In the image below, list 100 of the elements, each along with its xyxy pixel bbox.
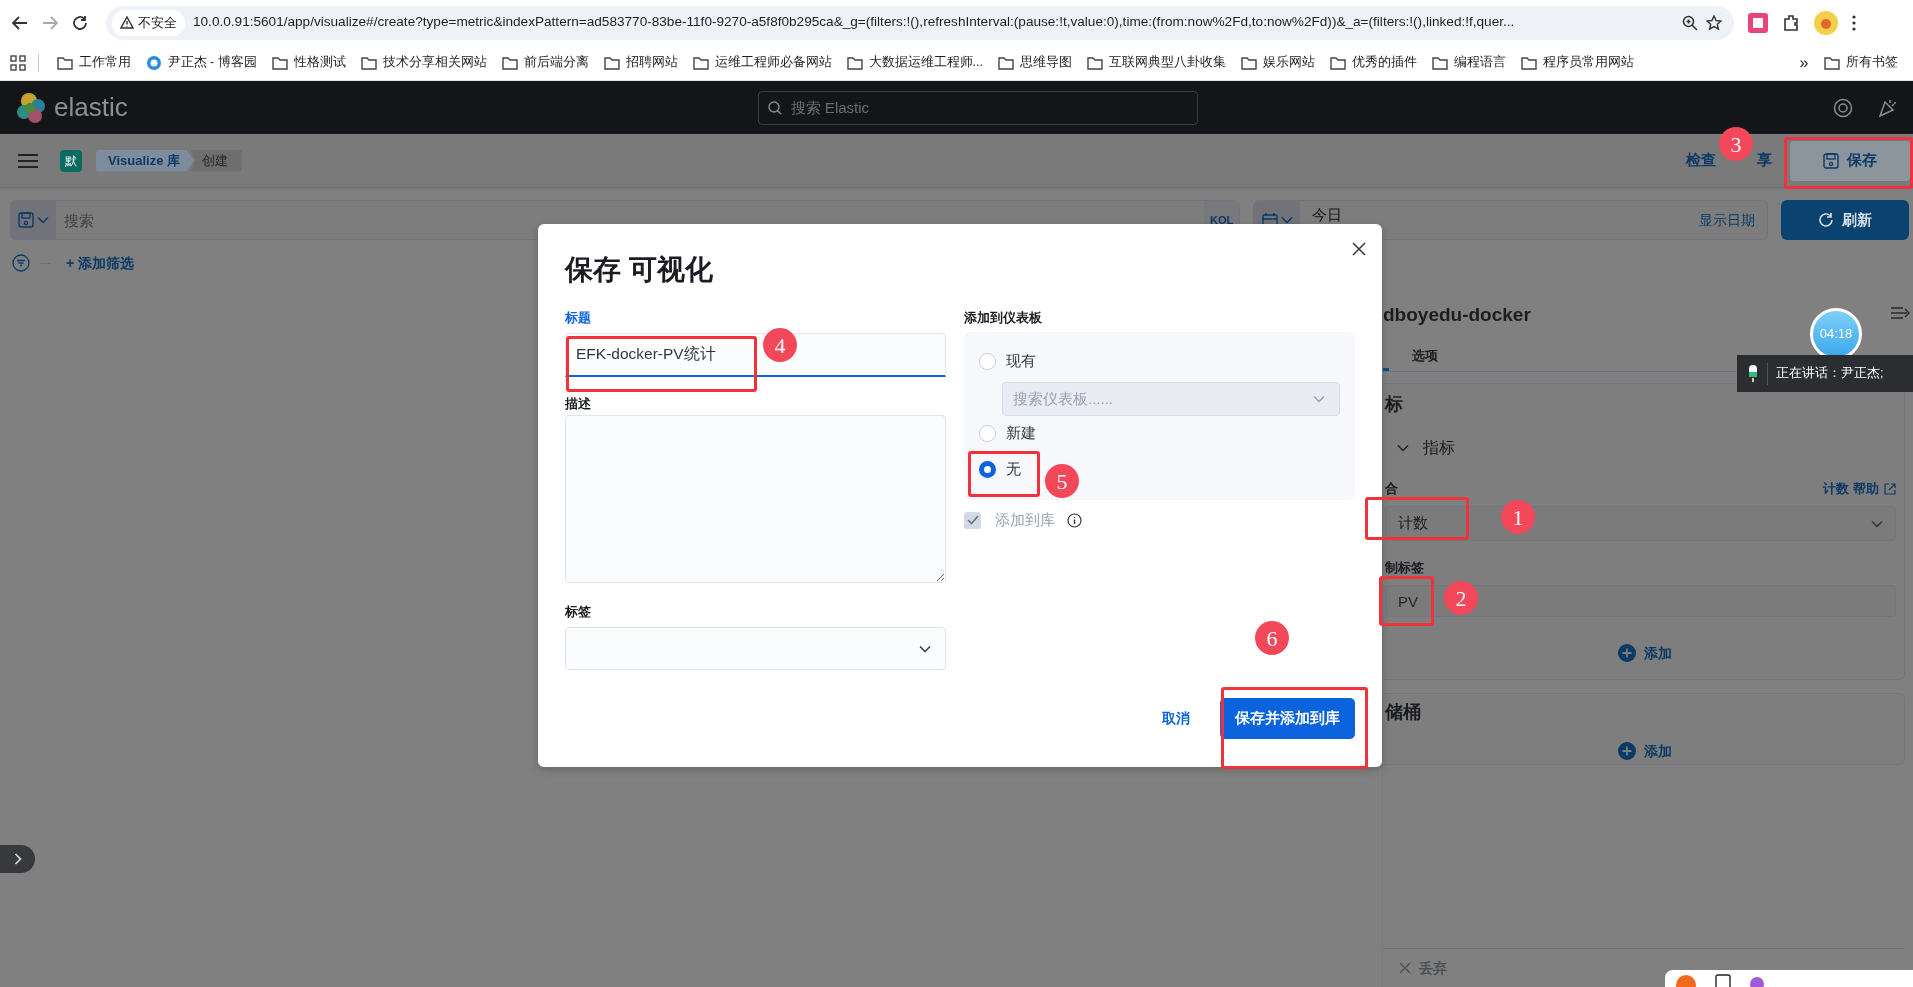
- folder-icon: [998, 55, 1015, 70]
- close-icon: [1399, 962, 1411, 974]
- chevron-icon: [919, 644, 931, 653]
- description-field[interactable]: [565, 415, 946, 583]
- apps-icon[interactable]: [10, 54, 26, 71]
- folder-icon: [360, 55, 377, 70]
- save-and-add-button[interactable]: 保存并添加到库: [1220, 698, 1355, 739]
- select-placeholder: 搜索仪表板......: [1013, 388, 1114, 409]
- folder-icon: [1087, 55, 1104, 70]
- floppy-icon: [18, 212, 34, 228]
- bookmark[interactable]: 招聘网站: [598, 51, 684, 74]
- bookmark[interactable]: 性格测试: [266, 51, 352, 74]
- folder-icon: [1241, 55, 1258, 70]
- logo-text: elastic: [54, 91, 128, 124]
- field-label: 描述: [565, 396, 592, 413]
- filter-icon[interactable]: [12, 254, 30, 272]
- site-icon: [145, 54, 162, 71]
- chevron-icon: [13, 853, 22, 865]
- bookmark[interactable]: 程序员常用网站: [1515, 51, 1640, 74]
- bookmark[interactable]: 工作常用: [51, 51, 136, 74]
- search-field[interactable]: 搜索 Elastic: [757, 90, 1198, 125]
- bookmark[interactable]: 编程语言: [1426, 51, 1512, 74]
- security-button[interactable]: 不安全: [112, 9, 185, 36]
- date-text: 今日: [1312, 207, 1342, 223]
- annotation-box: [1379, 576, 1434, 626]
- bookmark[interactable]: 互联网典型八卦收集: [1081, 51, 1232, 74]
- menu-icon[interactable]: [1852, 14, 1856, 31]
- refresh-icon: [1818, 212, 1834, 228]
- plus-circle-icon: [1617, 742, 1636, 760]
- reload-icon[interactable]: [72, 14, 88, 31]
- field-label: 添加到仪表板: [964, 310, 1043, 327]
- radio-button[interactable]: [979, 460, 996, 478]
- select-value: 计数: [1398, 513, 1428, 534]
- accordion-toggle[interactable]: 指标: [1397, 436, 1455, 460]
- folder-icon: [603, 55, 620, 70]
- star-icon[interactable]: [1706, 14, 1722, 31]
- tab-underline: [1383, 368, 1389, 371]
- bookmark[interactable]: 所有书签: [1818, 51, 1903, 74]
- expand-button[interactable]: [0, 845, 35, 873]
- space-avatar[interactable]: 默: [60, 149, 82, 172]
- folder-icon: [1823, 55, 1840, 70]
- collapse-icon[interactable]: [1891, 306, 1911, 320]
- field-label: 标签: [565, 604, 592, 621]
- chevron-icon: [1313, 395, 1325, 403]
- bookmark[interactable]: 技术分享相关网站: [355, 51, 493, 74]
- puzzle-icon[interactable]: [1782, 13, 1800, 32]
- close-icon: [1352, 242, 1366, 257]
- radio-option[interactable]: 现有: [979, 350, 1036, 372]
- dialog-title: 保存 可视化: [565, 253, 714, 287]
- bookmark[interactable]: 优秀的插件: [1324, 51, 1423, 74]
- panel-title: dboyedu-docker: [1383, 303, 1531, 327]
- folder-icon: [1330, 55, 1347, 70]
- chevron-icon: [1397, 444, 1409, 452]
- bookmark[interactable]: 大数据运维工程师...: [841, 51, 989, 74]
- radio-option[interactable]: 无: [979, 458, 1021, 480]
- speaker-text: 正在讲话：尹正杰;: [1776, 365, 1884, 383]
- floppy-icon: [1823, 152, 1839, 169]
- field-label: 标题: [565, 310, 592, 327]
- card-heading: 储桶: [1385, 702, 1422, 722]
- cancel-button[interactable]: 取消: [1162, 708, 1190, 729]
- folder-icon: [1432, 55, 1449, 70]
- caret-icon: [37, 216, 49, 224]
- help-icon[interactable]: [1833, 97, 1853, 118]
- folder-icon: [1521, 55, 1538, 70]
- folder-icon: [692, 55, 709, 70]
- folder-icon: [56, 55, 73, 70]
- radio-option[interactable]: 新建: [979, 422, 1036, 444]
- checkbox-label: 添加到库: [995, 509, 1055, 530]
- panel-tab[interactable]: 选项: [1389, 340, 1438, 371]
- bookmark[interactable]: 思维导图: [992, 51, 1078, 74]
- keyboard-icon: [1715, 974, 1731, 987]
- logo-icon: [16, 91, 46, 124]
- bookmark[interactable]: 前后端分离: [496, 51, 595, 74]
- refresh-button[interactable]: 刷新: [1781, 200, 1909, 240]
- external-link-icon: [1884, 483, 1896, 495]
- back-icon[interactable]: [12, 15, 28, 30]
- bookmark[interactable]: 运维工程师必备网站: [687, 51, 838, 74]
- folder-icon: [271, 55, 288, 70]
- card-heading: 标: [1385, 394, 1404, 414]
- ime-logo-icon: [1675, 974, 1697, 987]
- folder-icon: [501, 55, 518, 70]
- check-icon: [966, 515, 979, 525]
- zoom-icon[interactable]: [1682, 14, 1698, 31]
- bookmark[interactable]: 尹正杰 - 博客园: [140, 51, 263, 74]
- extension-icon[interactable]: [1748, 12, 1768, 33]
- search-icon: [767, 100, 782, 115]
- annotation-box: [968, 451, 1040, 497]
- save-button[interactable]: 保存: [1790, 140, 1910, 181]
- field-label: 合: [1385, 480, 1398, 498]
- bookmark[interactable]: 娱乐网站: [1235, 51, 1321, 74]
- overflow-button[interactable]: »: [1794, 48, 1814, 77]
- info-icon[interactable]: [1067, 512, 1082, 528]
- url-text: 10.0.0.91:5601/app/visualize#/create?type=metric&indexPattern=ad583770-83be-11f0-9270-a5f8f0b295ca&_g=(filters:!(),refreshInterval:(pause:!t,value:0),time:(from:now%2Fd,to:now%2Fd))&_a=(filters:!(),linked:!f,quer...: [193, 13, 1516, 32]
- party-icon[interactable]: [1877, 97, 1897, 118]
- microphone-icon: [1747, 364, 1759, 383]
- avatar-icon[interactable]: [1814, 10, 1838, 35]
- warning-icon: [120, 16, 134, 29]
- chevron-icon: [1871, 519, 1883, 528]
- field-label: 制标签: [1385, 559, 1425, 577]
- address-bar[interactable]: [106, 5, 1734, 40]
